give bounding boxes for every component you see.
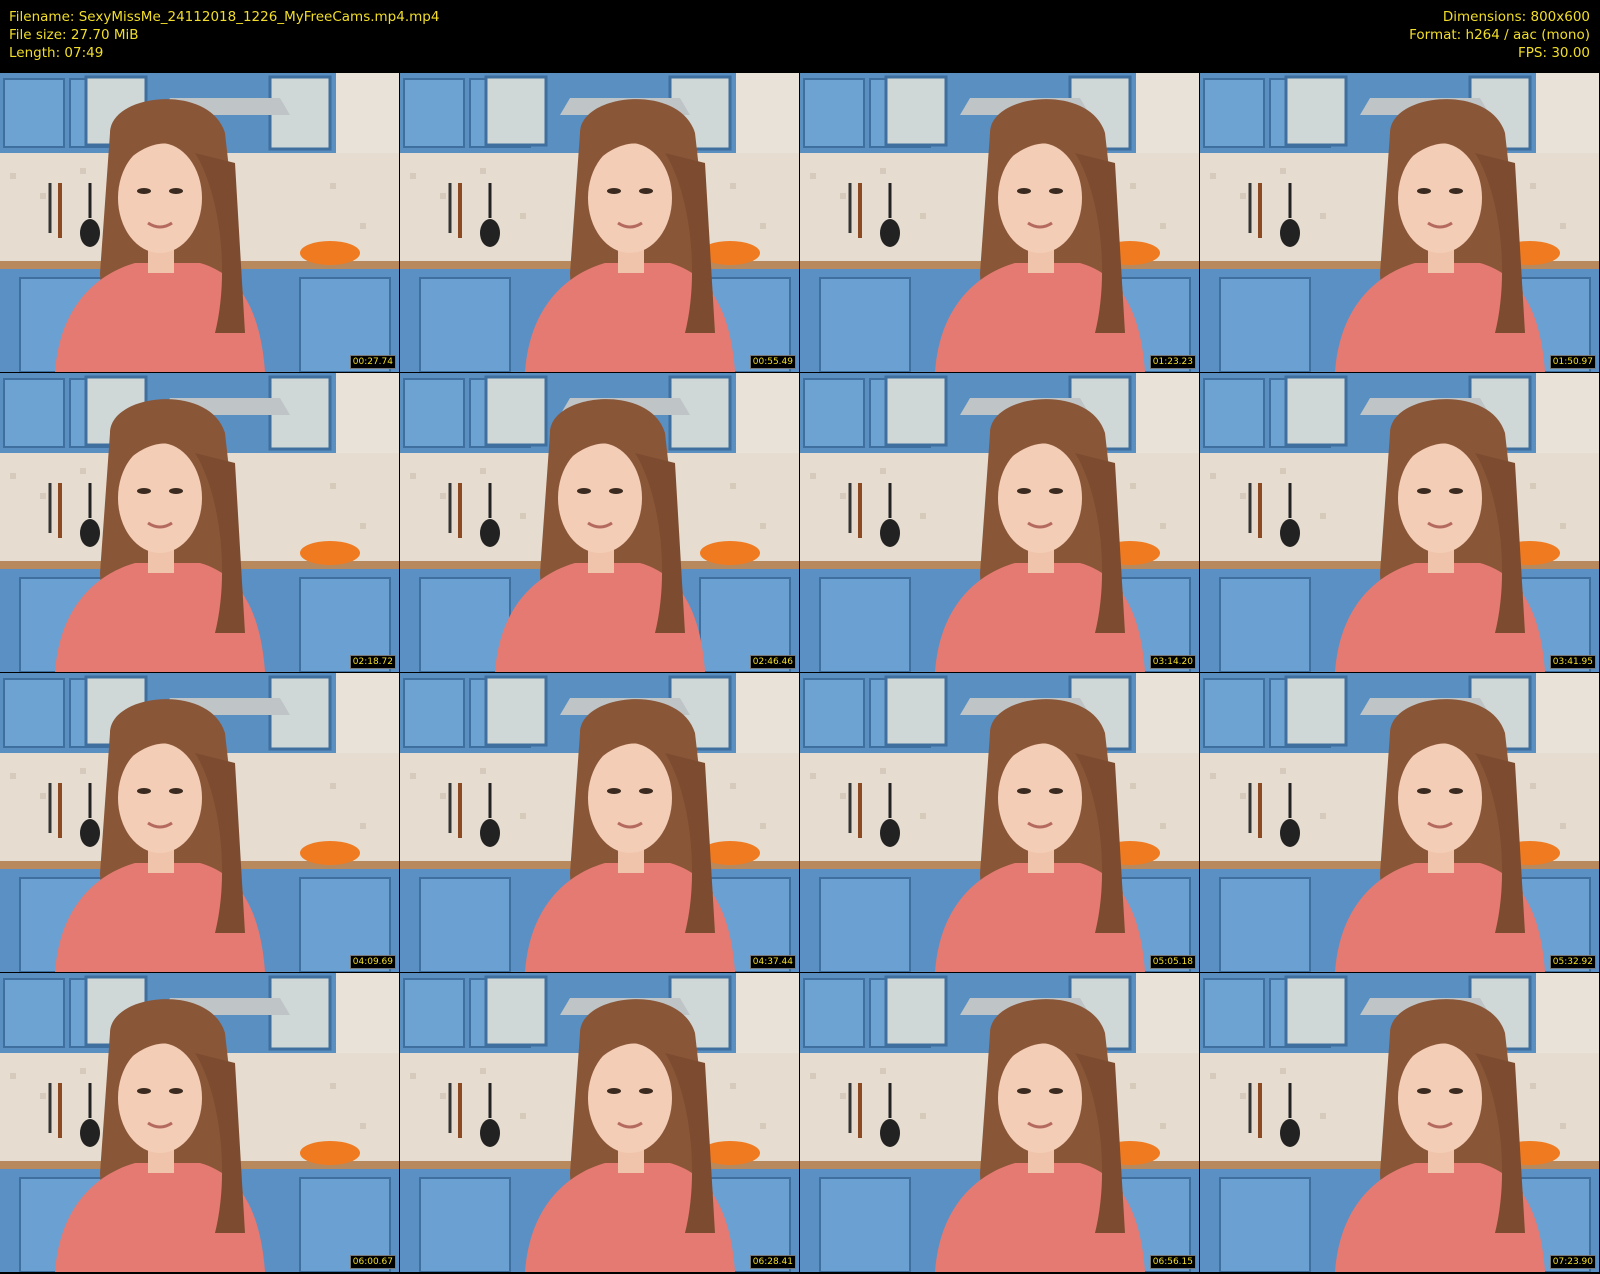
- thumbnail-timestamp: 04:37.44: [749, 955, 796, 969]
- video-thumbnail[interactable]: 05:32.92: [1200, 673, 1599, 972]
- info-header: Filename: SexyMissMe_24112018_1226_MyFre…: [0, 0, 1600, 72]
- kitchen-frame-image: [0, 973, 399, 1272]
- thumbnail-timestamp: 07:23.90: [1549, 1255, 1596, 1269]
- video-thumbnail[interactable]: 05:05.18: [800, 673, 1199, 972]
- kitchen-frame-image: [1200, 973, 1599, 1272]
- kitchen-frame-image: [400, 73, 799, 372]
- kitchen-frame-image: [0, 373, 399, 672]
- thumbnail-timestamp: 06:56.15: [1149, 1255, 1196, 1269]
- kitchen-frame-image: [400, 673, 799, 972]
- kitchen-frame-image: [800, 973, 1199, 1272]
- thumbnail-timestamp: 02:46.46: [749, 655, 796, 669]
- video-thumbnail[interactable]: 02:46.46: [400, 373, 799, 672]
- kitchen-frame-image: [400, 973, 799, 1272]
- kitchen-frame-image: [1200, 373, 1599, 672]
- video-thumbnail[interactable]: 00:27.74: [0, 73, 399, 372]
- kitchen-frame-image: [1200, 673, 1599, 972]
- video-thumbnail[interactable]: 07:23.90: [1200, 973, 1599, 1272]
- video-thumbnail[interactable]: 00:55.49: [400, 73, 799, 372]
- thumbnail-timestamp: 05:05.18: [1149, 955, 1196, 969]
- thumbnail-timestamp: 00:27.74: [349, 355, 396, 369]
- filesize-text: File size: 27.70 MiB: [9, 27, 139, 43]
- video-thumbnail[interactable]: 04:37.44: [400, 673, 799, 972]
- video-info: Dimensions: 800x600 Format: h264 / aac (…: [1409, 8, 1590, 62]
- video-thumbnail[interactable]: 06:56.15: [800, 973, 1199, 1272]
- kitchen-frame-image: [800, 673, 1199, 972]
- thumbnail-grid: 00:27.74 00:55.49 01:23.23 01:50.97 02:1…: [0, 73, 1600, 1274]
- video-thumbnail[interactable]: 03:14.20: [800, 373, 1199, 672]
- thumbnail-timestamp: 00:55.49: [749, 355, 796, 369]
- kitchen-frame-image: [800, 373, 1199, 672]
- kitchen-frame-image: [1200, 73, 1599, 372]
- video-thumbnail[interactable]: 01:50.97: [1200, 73, 1599, 372]
- kitchen-frame-image: [400, 373, 799, 672]
- thumbnail-timestamp: 01:23.23: [1149, 355, 1196, 369]
- fps-text: FPS: 30.00: [1518, 45, 1590, 61]
- video-thumbnail[interactable]: 01:23.23: [800, 73, 1199, 372]
- filename-text: Filename: SexyMissMe_24112018_1226_MyFre…: [9, 9, 440, 25]
- thumbnail-timestamp: 02:18.72: [349, 655, 396, 669]
- video-thumbnail[interactable]: 03:41.95: [1200, 373, 1599, 672]
- thumbnail-timestamp: 06:00.67: [349, 1255, 396, 1269]
- length-text: Length: 07:49: [9, 45, 104, 61]
- video-thumbnail[interactable]: 02:18.72: [0, 373, 399, 672]
- format-text: Format: h264 / aac (mono): [1409, 27, 1590, 43]
- kitchen-frame-image: [0, 673, 399, 972]
- kitchen-frame-image: [800, 73, 1199, 372]
- video-thumbnail[interactable]: 06:00.67: [0, 973, 399, 1272]
- thumbnail-timestamp: 03:41.95: [1549, 655, 1596, 669]
- dimensions-text: Dimensions: 800x600: [1442, 9, 1590, 25]
- thumbnail-timestamp: 03:14.20: [1149, 655, 1196, 669]
- kitchen-frame-image: [0, 73, 399, 372]
- thumbnail-timestamp: 06:28.41: [749, 1255, 796, 1269]
- video-thumbnail[interactable]: 04:09.69: [0, 673, 399, 972]
- file-info: Filename: SexyMissMe_24112018_1226_MyFre…: [9, 8, 439, 62]
- thumbnail-timestamp: 04:09.69: [349, 955, 396, 969]
- video-thumbnail[interactable]: 06:28.41: [400, 973, 799, 1272]
- thumbnail-timestamp: 01:50.97: [1549, 355, 1596, 369]
- thumbnail-timestamp: 05:32.92: [1549, 955, 1596, 969]
